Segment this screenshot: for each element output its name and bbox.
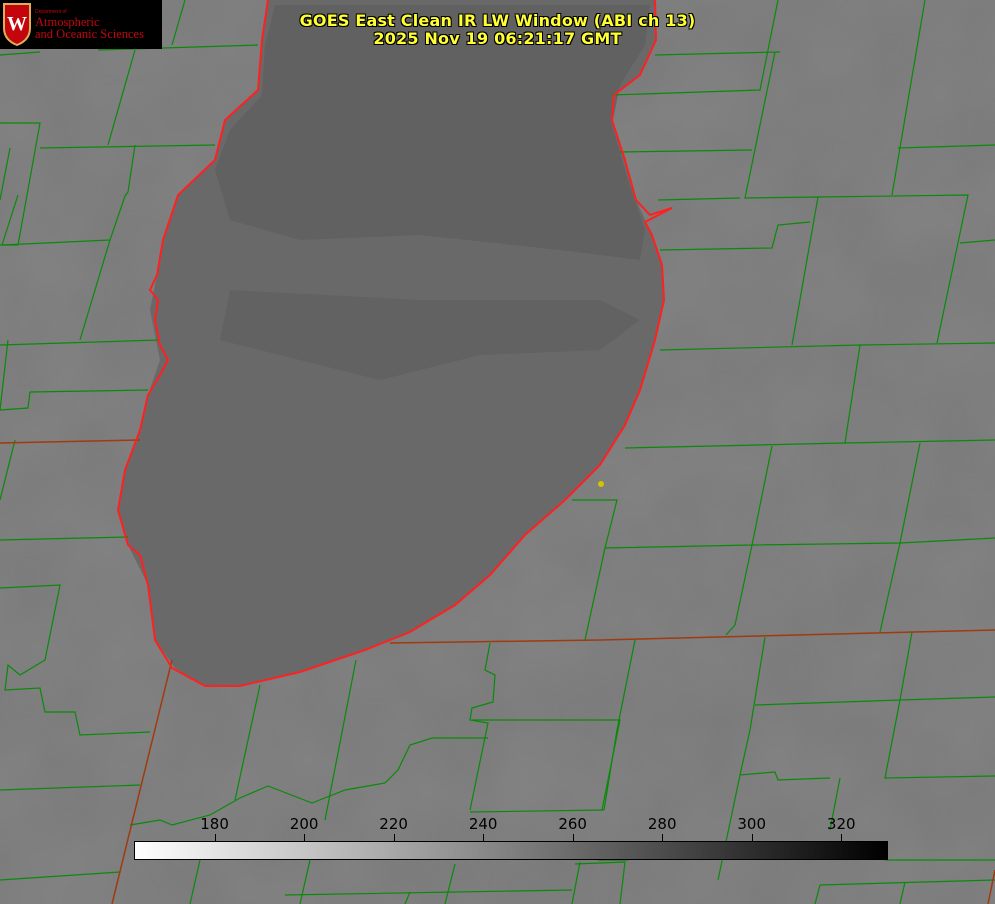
image-title: GOES East Clean IR LW Window (ABI ch 13) (299, 11, 696, 30)
colorbar-tick-label: 320 (826, 815, 856, 833)
colorbar-tick-label: 240 (468, 815, 498, 833)
colorbar-tick-label: 180 (200, 815, 229, 833)
station-marker (598, 481, 604, 487)
colorbar (134, 841, 888, 860)
colorbar-tick-label: 220 (379, 815, 408, 833)
colorbar-tick-mark (662, 834, 664, 841)
colorbar-tick-mark (214, 834, 216, 841)
colorbar-tick-mark (483, 834, 485, 841)
colorbar-tick-mark (393, 834, 395, 841)
satellite-map (0, 0, 995, 904)
colorbar-tick-mark (304, 834, 306, 841)
colorbar-tick-mark (751, 834, 753, 841)
colorbar-tick-label: 300 (737, 815, 767, 833)
colorbar-tick-mark (572, 834, 574, 841)
colorbar-tick-label: 280 (647, 815, 677, 833)
colorbar-tick-label: 260 (558, 815, 587, 833)
colorbar-tick-mark (841, 834, 843, 841)
image-timestamp: 2025 Nov 19 06:21:17 GMT (373, 29, 622, 48)
colorbar-tick-label: 200 (289, 815, 319, 833)
